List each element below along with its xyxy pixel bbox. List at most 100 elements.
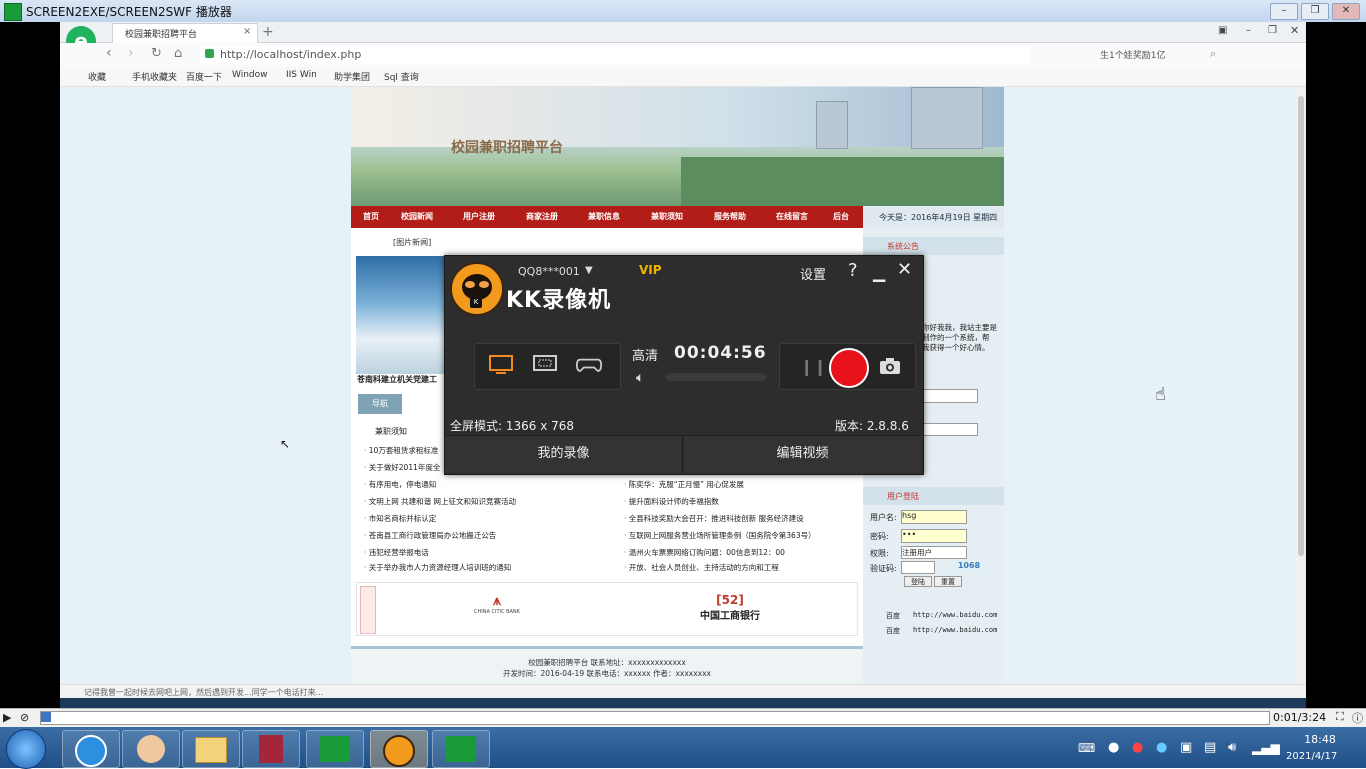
kk-account[interactable]: QQ8***001: [518, 265, 580, 278]
browser-minimize-button[interactable]: –: [1246, 25, 1251, 36]
region-mode-icon[interactable]: [532, 353, 558, 375]
sidebar-search-input[interactable]: [920, 389, 978, 403]
maximize-button[interactable]: ❐: [1301, 3, 1329, 20]
seek-bar[interactable]: [40, 711, 1270, 725]
kk-minimize-button[interactable]: ▁: [873, 263, 885, 282]
home-icon[interactable]: ⌂: [174, 46, 182, 61]
news-item[interactable]: 10万套租赁求租标准: [364, 445, 439, 456]
news-item[interactable]: 文明上网 共建和谐 网上征文和知识竞赛活动: [364, 496, 516, 507]
camera-icon[interactable]: [878, 356, 902, 376]
tab-close-icon[interactable]: ×: [243, 26, 251, 37]
news-item[interactable]: 互联网上网服务营业场所管理条例（国务院令第363号）: [624, 530, 816, 541]
speaker-icon[interactable]: 🔊︎: [1228, 740, 1236, 755]
role-select[interactable]: 注册用户: [901, 546, 967, 559]
browser-menu-icon[interactable]: ▣: [1218, 25, 1227, 36]
news-item[interactable]: 违犯经营举报电话: [364, 547, 429, 558]
fullscreen-mode-icon[interactable]: [488, 353, 514, 375]
taskbar-app-player2[interactable]: [432, 730, 490, 768]
seek-thumb[interactable]: [41, 712, 51, 722]
tray-app-icon[interactable]: ●: [1156, 740, 1167, 755]
new-tab-button[interactable]: +: [262, 24, 274, 40]
minimize-button[interactable]: –: [1270, 3, 1298, 20]
menu-item[interactable]: 校园新闻: [401, 211, 433, 222]
menu-item[interactable]: 商家注册: [526, 211, 558, 222]
citic-logo[interactable]: ⩚ CHINA CITIC BANK: [468, 593, 526, 629]
play-icon[interactable]: ▶: [3, 711, 11, 724]
taskbar-app-explorer[interactable]: [182, 730, 240, 768]
link-name[interactable]: 百度: [886, 611, 900, 621]
kk-close-button[interactable]: ✕: [897, 259, 912, 280]
news-item[interactable]: 关于举办我市人力资源经理人培训班的通知: [364, 562, 512, 571]
news-item[interactable]: 全县科技奖励大会召开：推进科技创新 服务经济建设: [624, 513, 804, 524]
captcha-input[interactable]: [901, 561, 935, 574]
taskbar-app-archive[interactable]: [242, 730, 300, 768]
username-input[interactable]: hsg: [901, 510, 967, 524]
tab-active[interactable]: 校园兼职招聘平台 ×: [112, 23, 258, 43]
news-image-caption[interactable]: 苍南科建立机关党建工: [357, 374, 437, 385]
volume-slider[interactable]: [666, 373, 766, 381]
forward-icon[interactable]: ›: [128, 45, 134, 61]
clock-date[interactable]: 2021/4/17: [1286, 751, 1337, 762]
tray-app-icon[interactable]: ▣: [1180, 740, 1192, 755]
kk-help-button[interactable]: ?: [848, 260, 858, 281]
login-button[interactable]: 登陆: [904, 576, 932, 587]
news-item[interactable]: 苍南县工商行政管理局办公地搬迁公告: [364, 530, 497, 541]
tray-app-icon[interactable]: ▤: [1204, 740, 1216, 755]
taskbar-app-kk[interactable]: [370, 730, 428, 768]
network-icon[interactable]: ▂▄▆: [1252, 741, 1280, 755]
address-bar[interactable]: http://localhost/index.php: [200, 46, 1030, 64]
sidebar-select[interactable]: [920, 423, 978, 436]
scrollbar-thumb[interactable]: [1298, 96, 1304, 556]
start-button[interactable]: [6, 729, 46, 769]
bookmark-item[interactable]: Window: [232, 70, 268, 80]
fullscreen-icon[interactable]: ⛶: [1336, 710, 1344, 724]
bookmark-item[interactable]: IIS Win: [286, 70, 317, 80]
browser-close-button[interactable]: ✕: [1290, 24, 1299, 37]
kk-quality-label[interactable]: 高清: [632, 345, 658, 364]
captcha-image[interactable]: 1068: [953, 561, 985, 572]
reload-icon[interactable]: ↻: [151, 46, 162, 61]
bookmark-item[interactable]: 助学集团: [334, 70, 370, 83]
qq-icon[interactable]: ●: [1108, 740, 1119, 755]
menu-item[interactable]: 兼职须知: [651, 211, 683, 222]
keyboard-icon[interactable]: ⌨: [1078, 741, 1095, 755]
bookmark-item[interactable]: 收藏: [88, 70, 106, 83]
news-image[interactable]: [356, 256, 446, 374]
menu-item[interactable]: 服务帮助: [714, 211, 746, 222]
game-mode-icon[interactable]: [576, 353, 602, 375]
news-item[interactable]: 关于做好2011年度全: [364, 462, 441, 473]
kk-settings-button[interactable]: 设置: [800, 264, 826, 283]
clock-time[interactable]: 18:48: [1290, 733, 1350, 746]
bookmark-item[interactable]: 百度一下: [186, 70, 222, 83]
guide-tab[interactable]: 导航: [358, 394, 402, 414]
news-item[interactable]: 市知名商标并标认定: [364, 513, 437, 524]
record-button[interactable]: [829, 348, 869, 388]
stop-icon[interactable]: ⊘: [20, 711, 29, 724]
menu-item[interactable]: 用户注册: [463, 211, 495, 222]
pause-icon[interactable]: ❙❙: [800, 357, 827, 376]
my-recordings-button[interactable]: 我的录像: [445, 435, 683, 473]
kk-vip-badge[interactable]: VIP: [639, 263, 662, 277]
icbc-logo[interactable]: [52] 中国工商银行: [690, 593, 770, 629]
link-url[interactable]: http://www.baidu.com: [913, 626, 997, 634]
news-item[interactable]: 有序用电，停电通知: [364, 479, 437, 490]
reset-button[interactable]: 重置: [934, 576, 962, 587]
news-item[interactable]: 开放、社会人员创业、主持活动的方向和工程: [624, 562, 779, 571]
back-icon[interactable]: ‹: [106, 45, 112, 61]
edit-video-button[interactable]: 编辑视频: [684, 435, 921, 473]
taskbar-app-player[interactable]: [306, 730, 364, 768]
taskbar-app-browser[interactable]: [62, 730, 120, 768]
volume-icon[interactable]: 🔈︎: [636, 370, 644, 386]
bookmark-item[interactable]: 手机收藏夹: [132, 70, 177, 83]
info-icon[interactable]: ⓘ: [1352, 710, 1363, 726]
menu-item[interactable]: 后台: [833, 211, 849, 222]
taskbar-app-user[interactable]: [122, 730, 180, 768]
chevron-down-icon[interactable]: ▼: [585, 265, 593, 276]
news-item[interactable]: 提升面料设计师的幸福指数: [624, 496, 719, 507]
menu-item[interactable]: 在线留言: [776, 211, 808, 222]
link-name[interactable]: 百度: [886, 626, 900, 636]
menu-item[interactable]: 首页: [363, 211, 379, 222]
close-button[interactable]: ✕: [1332, 3, 1360, 20]
browser-restore-button[interactable]: ❐: [1268, 25, 1277, 36]
search-icon[interactable]: ⌕: [1210, 47, 1216, 61]
